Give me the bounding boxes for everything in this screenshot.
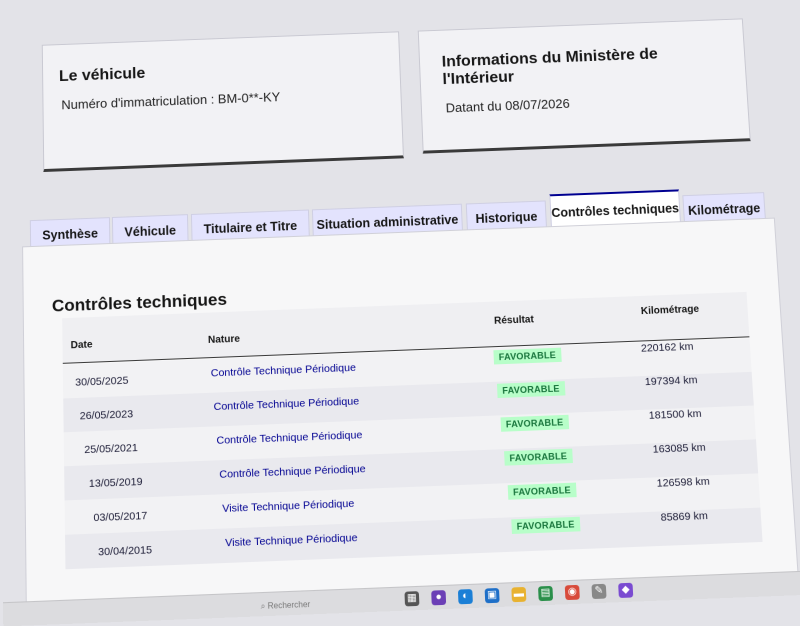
row-date: 25/05/2021 bbox=[84, 441, 138, 457]
row-nature: Contrôle Technique Périodique bbox=[216, 428, 363, 447]
teams-icon[interactable]: ● bbox=[431, 590, 447, 606]
row-km: 163085 km bbox=[652, 441, 706, 456]
controles-panel: Contrôles techniques Date Nature Résulta… bbox=[22, 217, 800, 625]
vehicle-card-title: Le véhicule bbox=[58, 65, 146, 85]
chrome-icon[interactable]: ◉ bbox=[564, 584, 580, 601]
row-km: 181500 km bbox=[648, 407, 702, 422]
task-view-icon[interactable]: ▦ bbox=[404, 591, 420, 607]
row-date: 30/05/2025 bbox=[75, 374, 129, 389]
row-date: 03/05/2017 bbox=[93, 509, 148, 525]
result-badge: FAVORABLE bbox=[511, 516, 581, 534]
controles-table-body: 30/05/2025 Contrôle Technique Périodique… bbox=[62, 338, 763, 570]
row-date: 30/04/2015 bbox=[98, 543, 153, 559]
result-badge: FAVORABLE bbox=[504, 448, 573, 466]
edge-icon[interactable]: ◐ bbox=[457, 589, 473, 605]
taskbar-search-label: Rechercher bbox=[267, 599, 311, 611]
messenger-icon[interactable]: ◆ bbox=[618, 582, 634, 599]
screen: Le véhicule Numéro d'immatriculation : B… bbox=[0, 0, 800, 626]
row-nature: Visite Technique Périodique bbox=[224, 531, 358, 550]
row-nature: Contrôle Technique Périodique bbox=[213, 395, 360, 414]
result-badge: FAVORABLE bbox=[496, 381, 566, 399]
result-badge: FAVORABLE bbox=[507, 482, 577, 500]
store-icon[interactable]: ▣ bbox=[484, 587, 500, 604]
ministry-date: Datant du 08/07/2026 bbox=[445, 95, 571, 116]
ministry-card: Informations du Ministère de l'Intérieur… bbox=[417, 18, 751, 154]
row-date: 13/05/2019 bbox=[88, 475, 143, 491]
column-kilometrage: Kilométrage bbox=[640, 303, 700, 318]
row-nature: Contrôle Technique Périodique bbox=[219, 462, 366, 481]
column-resultat: Résultat bbox=[493, 314, 535, 327]
column-nature: Nature bbox=[207, 333, 241, 347]
row-nature: Visite Technique Périodique bbox=[222, 497, 355, 516]
tool-icon[interactable]: ✎ bbox=[591, 583, 607, 600]
app-icon[interactable]: ▤ bbox=[538, 585, 554, 602]
vehicle-card: Le véhicule Numéro d'immatriculation : B… bbox=[41, 31, 404, 173]
row-date: 26/05/2023 bbox=[79, 408, 134, 423]
taskbar-search[interactable]: ⌕ Rechercher bbox=[261, 600, 311, 612]
registration-number: Numéro d'immatriculation : BM-0**-KY bbox=[61, 89, 281, 113]
row-km: 85869 km bbox=[660, 509, 709, 524]
column-date: Date bbox=[70, 339, 93, 352]
ministry-card-title: Informations du Ministère de l'Intérieur bbox=[441, 45, 659, 89]
row-nature: Contrôle Technique Périodique bbox=[210, 361, 357, 380]
search-icon: ⌕ bbox=[260, 601, 266, 612]
result-badge: FAVORABLE bbox=[493, 347, 562, 365]
row-km: 197394 km bbox=[644, 373, 698, 389]
result-badge: FAVORABLE bbox=[500, 414, 569, 432]
row-km: 126598 km bbox=[656, 475, 711, 490]
row-km: 220162 km bbox=[640, 340, 694, 355]
